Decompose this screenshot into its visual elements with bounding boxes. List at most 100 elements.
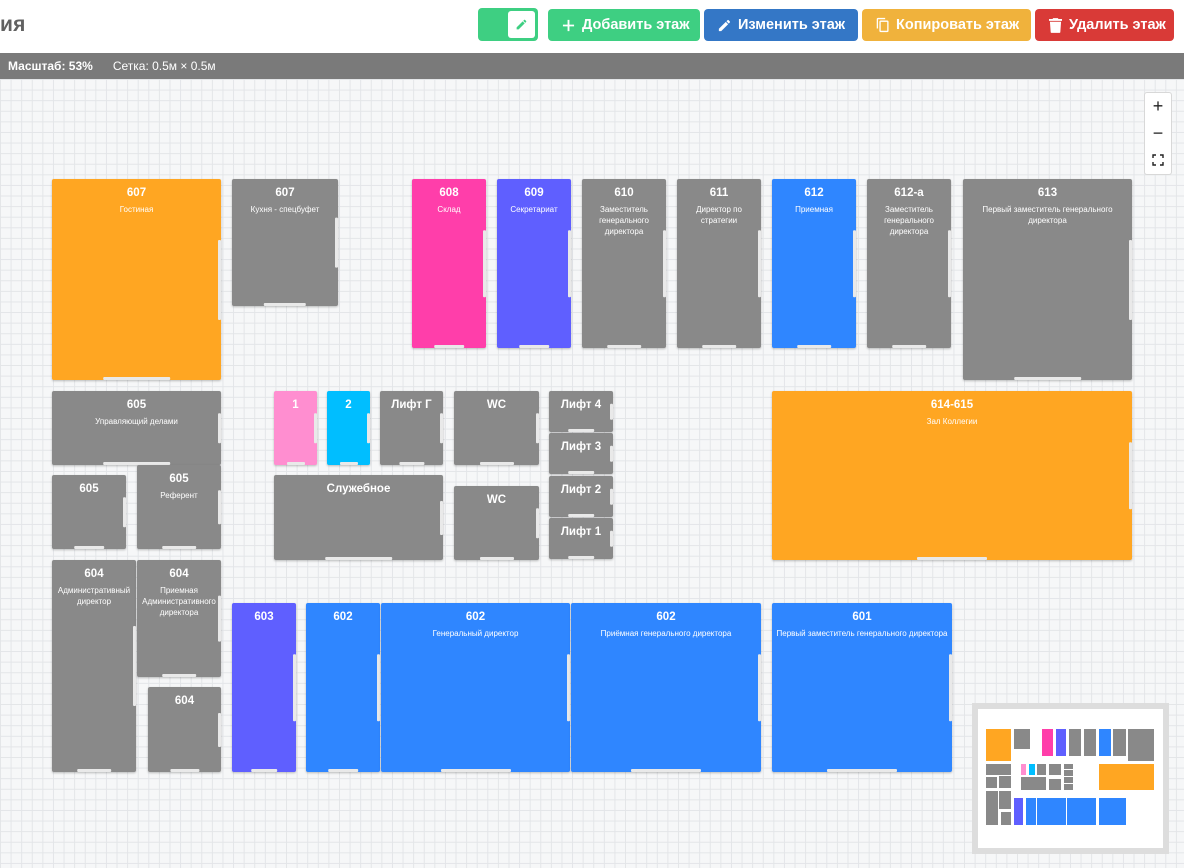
room[interactable]: 609 Секретариат: [497, 179, 571, 348]
door-marker[interactable]: [917, 557, 987, 560]
door-marker[interactable]: [827, 769, 897, 772]
door-marker[interactable]: [568, 514, 594, 517]
door-marker[interactable]: [758, 653, 761, 722]
edit-mode-toggle[interactable]: [478, 8, 538, 41]
door-marker[interactable]: [293, 653, 296, 722]
room[interactable]: 607 Гостиная: [52, 179, 221, 380]
door-marker[interactable]: [797, 345, 831, 348]
room[interactable]: 602 Генеральный директор: [381, 603, 570, 772]
door-marker[interactable]: [367, 413, 370, 443]
door-marker[interactable]: [568, 229, 571, 298]
door-marker[interactable]: [251, 769, 277, 772]
door-marker[interactable]: [162, 546, 196, 549]
room[interactable]: 608 Склад: [412, 179, 486, 348]
door-marker[interactable]: [339, 462, 358, 465]
room[interactable]: 602 Приёмная генерального директора: [571, 603, 761, 772]
door-marker[interactable]: [133, 626, 136, 706]
room[interactable]: 612-а Заместитель генерального директора: [867, 179, 951, 348]
room[interactable]: 604: [148, 687, 221, 772]
door-marker[interactable]: [758, 229, 761, 298]
door-marker[interactable]: [169, 769, 200, 772]
edit-floor-button[interactable]: Изменить этаж: [704, 9, 858, 41]
door-marker[interactable]: [536, 413, 539, 443]
door-marker[interactable]: [702, 345, 736, 348]
door-marker[interactable]: [567, 653, 570, 722]
room[interactable]: 601 Первый заместитель генерального дирек…: [772, 603, 952, 772]
door-marker[interactable]: [263, 303, 307, 306]
copy-floor-button[interactable]: Копировать этаж: [862, 9, 1031, 41]
room[interactable]: 2: [327, 391, 370, 465]
door-marker[interactable]: [218, 413, 221, 443]
room[interactable]: Лифт 2: [549, 476, 613, 517]
door-marker[interactable]: [568, 556, 594, 559]
door-marker[interactable]: [610, 530, 613, 547]
room[interactable]: 604 Административный директор: [52, 560, 136, 772]
door-marker[interactable]: [102, 377, 171, 380]
door-marker[interactable]: [218, 595, 221, 642]
room[interactable]: Лифт 3: [549, 433, 613, 474]
door-marker[interactable]: [610, 488, 613, 505]
room[interactable]: 605 Референт: [137, 465, 221, 549]
door-marker[interactable]: [440, 413, 443, 443]
fit-screen-button[interactable]: [1145, 147, 1171, 174]
room[interactable]: Служебное: [274, 475, 443, 560]
door-marker[interactable]: [631, 769, 701, 772]
door-marker[interactable]: [286, 462, 305, 465]
room[interactable]: 614-615 Зал Коллегии: [772, 391, 1132, 560]
door-marker[interactable]: [218, 239, 221, 320]
door-marker[interactable]: [314, 413, 317, 443]
door-marker[interactable]: [610, 445, 613, 462]
door-marker[interactable]: [434, 345, 464, 348]
door-marker[interactable]: [568, 471, 594, 474]
door-marker[interactable]: [440, 769, 511, 772]
door-marker[interactable]: [324, 557, 393, 560]
room[interactable]: 607 Кухня - спецбуфет: [232, 179, 338, 306]
room[interactable]: Лифт Г: [380, 391, 443, 465]
delete-floor-button[interactable]: Удалить этаж: [1035, 9, 1174, 41]
door-marker[interactable]: [1013, 377, 1082, 380]
room[interactable]: 604 Приемная Административного директора: [137, 560, 221, 677]
door-marker[interactable]: [483, 229, 486, 298]
room[interactable]: WC: [454, 486, 539, 560]
door-marker[interactable]: [328, 769, 358, 772]
door-marker[interactable]: [568, 429, 594, 432]
door-marker[interactable]: [398, 462, 425, 465]
room[interactable]: 602: [306, 603, 380, 772]
door-marker[interactable]: [377, 653, 380, 722]
door-marker[interactable]: [479, 557, 514, 560]
room[interactable]: 603: [232, 603, 296, 772]
room[interactable]: Лифт 4: [549, 391, 613, 432]
room[interactable]: 611 Директор по стратегии: [677, 179, 761, 348]
door-marker[interactable]: [663, 229, 666, 298]
door-marker[interactable]: [610, 403, 613, 420]
door-marker[interactable]: [519, 345, 549, 348]
room[interactable]: 1: [274, 391, 317, 465]
door-marker[interactable]: [948, 229, 951, 298]
door-marker[interactable]: [218, 490, 221, 524]
room[interactable]: 605: [52, 475, 126, 549]
door-marker[interactable]: [1129, 441, 1132, 510]
door-marker[interactable]: [607, 345, 641, 348]
door-marker[interactable]: [1129, 239, 1132, 320]
minimap[interactable]: [972, 703, 1169, 854]
room[interactable]: 610 Заместитель генерального директора: [582, 179, 666, 348]
door-marker[interactable]: [218, 712, 221, 747]
add-floor-button[interactable]: Добавить этаж: [548, 9, 700, 41]
door-marker[interactable]: [123, 497, 126, 527]
zoom-out-button[interactable]: −: [1145, 120, 1171, 147]
door-marker[interactable]: [892, 345, 926, 348]
door-marker[interactable]: [335, 217, 338, 268]
door-marker[interactable]: [853, 229, 856, 298]
door-marker[interactable]: [440, 500, 443, 535]
room[interactable]: 605 Управляющий делами: [52, 391, 221, 465]
door-marker[interactable]: [949, 653, 952, 722]
door-marker[interactable]: [536, 508, 539, 538]
room[interactable]: 612 Приемная: [772, 179, 856, 348]
door-marker[interactable]: [162, 674, 196, 677]
room[interactable]: 613 Первый заместитель генерального дирек…: [963, 179, 1132, 380]
zoom-in-button[interactable]: +: [1145, 93, 1171, 120]
floor-plan-canvas[interactable]: 607 Гостиная 607 Кухня - спецбуфет 608 Склад 6…: [0, 79, 1184, 868]
door-marker[interactable]: [479, 462, 514, 465]
room[interactable]: Лифт 1: [549, 518, 613, 559]
room[interactable]: WC: [454, 391, 539, 465]
